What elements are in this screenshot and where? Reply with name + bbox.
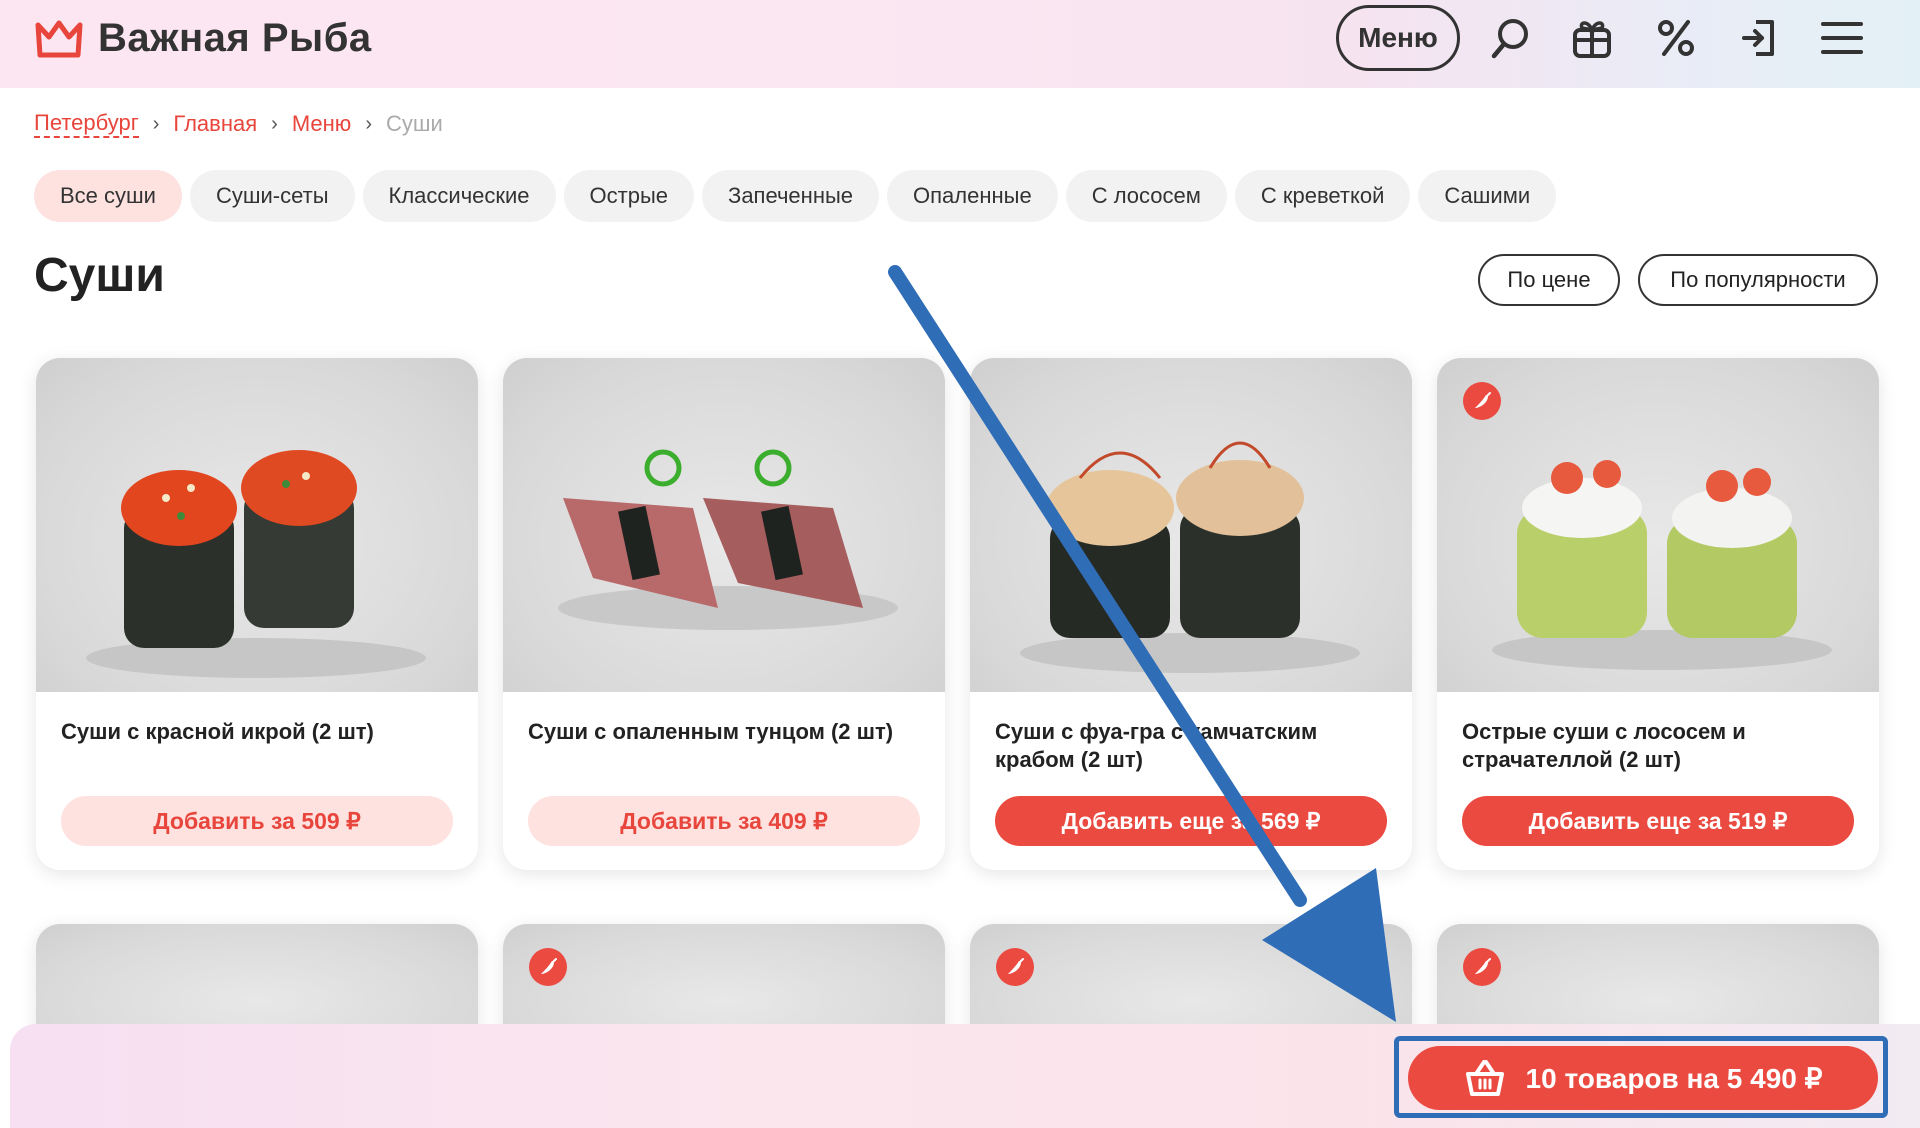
chevron-right-icon: › [271, 112, 278, 135]
filter-sashimi[interactable]: Сашими [1418, 170, 1557, 222]
filter-classic[interactable]: Классические [362, 170, 556, 222]
product-card[interactable]: Суши с фуа-гра с камчатским крабом (2 шт… [970, 358, 1412, 870]
page-title: Суши [34, 249, 165, 302]
crown-logo-icon [35, 20, 83, 57]
filter-salmon[interactable]: С лососем [1065, 170, 1227, 222]
basket-icon [1465, 1060, 1504, 1096]
product-name: Острые суши с лососем и страчателлой (2 … [1462, 719, 1746, 772]
percent-icon[interactable] [1652, 14, 1700, 62]
chili-pepper-icon [529, 948, 567, 986]
breadcrumb-city[interactable]: Петербург [34, 110, 139, 138]
chevron-right-icon: › [365, 112, 372, 135]
chili-pepper-icon [1463, 948, 1501, 986]
product-card[interactable]: Острые суши с лососем и страчателлой (2 … [1437, 358, 1879, 870]
product-card[interactable]: Суши с красной икрой (2 шт) Добавить за … [36, 358, 478, 870]
product-image[interactable] [1437, 358, 1879, 692]
filter-baked[interactable]: Запеченные [702, 170, 880, 222]
filter-spicy[interactable]: Острые [563, 170, 695, 222]
add-to-cart-button[interactable]: Добавить за 409 ₽ [528, 796, 920, 846]
chili-pepper-icon [996, 948, 1034, 986]
brand-name: Важная Рыба [98, 16, 372, 60]
add-to-cart-button[interactable]: Добавить за 509 ₽ [61, 796, 453, 846]
product-image[interactable] [36, 358, 478, 692]
add-more-button[interactable]: Добавить еще за 519 ₽ [1462, 796, 1854, 846]
breadcrumb-menu[interactable]: Меню [292, 111, 351, 137]
product-name: Суши с красной икрой (2 шт) [61, 719, 374, 744]
cart-summary-label: 10 товаров на 5 490 ₽ [1525, 1062, 1823, 1094]
gift-icon[interactable] [1568, 14, 1616, 62]
menu-button[interactable]: Меню [1336, 5, 1460, 71]
breadcrumb-current: Суши [385, 111, 443, 136]
chili-pepper-icon [1463, 382, 1501, 420]
site-header: Важная Рыба Меню [0, 0, 1920, 88]
sort-by-price-button[interactable]: По цене [1478, 254, 1620, 306]
logo[interactable]: Важная Рыба [34, 16, 372, 61]
search-icon[interactable] [1486, 14, 1534, 62]
add-more-button[interactable]: Добавить еще за 569 ₽ [995, 796, 1387, 846]
chevron-right-icon: › [152, 112, 160, 135]
cart-button[interactable]: 10 товаров на 5 490 ₽ [1408, 1046, 1878, 1110]
product-image[interactable] [503, 358, 945, 692]
breadcrumb-home[interactable]: Главная [173, 111, 257, 137]
filter-seared[interactable]: Опаленные [887, 170, 1058, 222]
hamburger-icon[interactable] [1818, 14, 1866, 62]
breadcrumb: Петербург › Главная › Меню › Суши [34, 110, 443, 138]
filter-shrimp[interactable]: С креветкой [1234, 170, 1411, 222]
product-name: Суши с фуа-гра с камчатским крабом (2 шт… [995, 719, 1318, 772]
sort-by-popularity-button[interactable]: По популярности [1638, 254, 1878, 306]
filter-sushi-sets[interactable]: Суши-сеты [189, 170, 355, 222]
login-icon[interactable] [1736, 14, 1784, 62]
product-image[interactable] [970, 358, 1412, 692]
product-card[interactable]: Суши с опаленным тунцом (2 шт) Добавить … [503, 358, 945, 870]
category-filters: Все суши Суши-сеты Классические Острые З… [34, 170, 1557, 222]
filter-all-sushi[interactable]: Все суши [34, 170, 182, 222]
product-name: Суши с опаленным тунцом (2 шт) [528, 719, 894, 744]
